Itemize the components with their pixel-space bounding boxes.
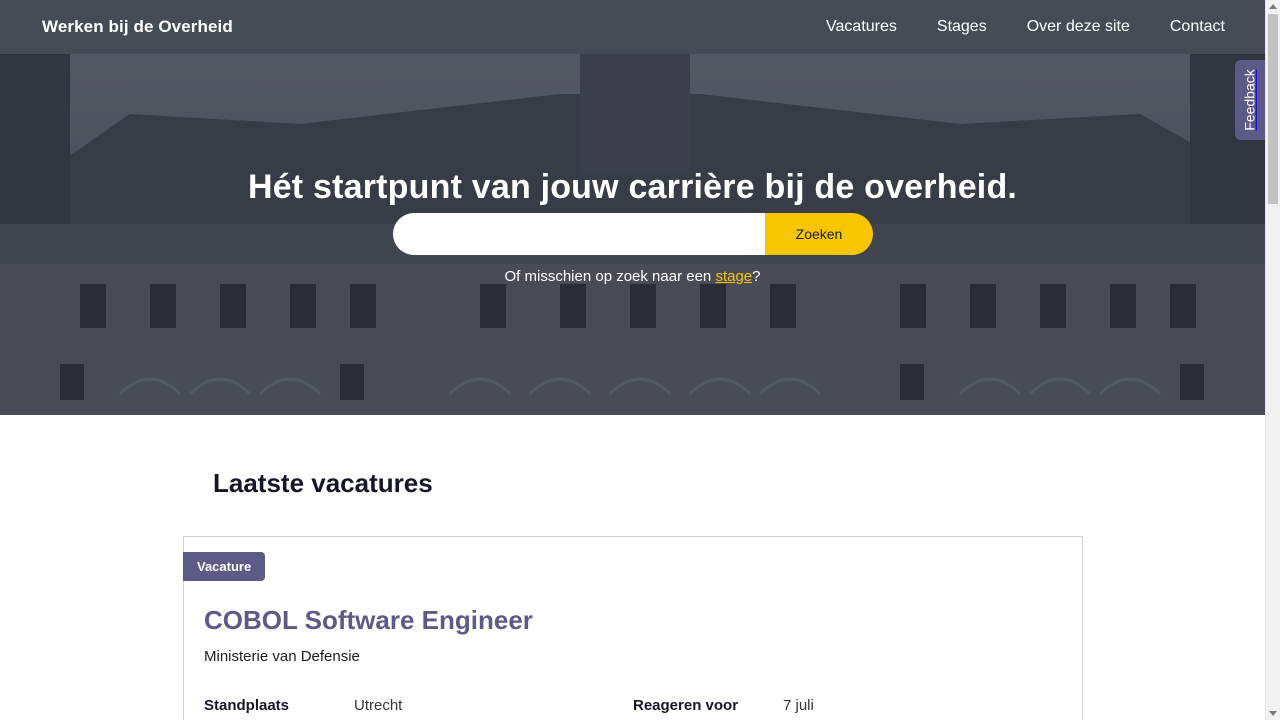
nav-item-contact[interactable]: Contact (1170, 18, 1225, 36)
hero-heading: Hét startpunt van jouw carrière bij de o… (247, 168, 1018, 206)
location-value: Utrecht (354, 697, 403, 714)
section-title: Laatste vacatures (213, 468, 433, 498)
job-title-link[interactable]: COBOL Software Engineer (204, 605, 533, 636)
nav-item-over-deze-site[interactable]: Over deze site (1027, 18, 1130, 36)
job-card: Vacature COBOL Software Engineer Ministe… (183, 536, 1083, 720)
internship-prompt-suffix: ? (752, 268, 761, 285)
location-label: Standplaats (204, 697, 290, 714)
hero-banner: Hét startpunt van jouw carrière bij de o… (0, 54, 1265, 415)
deadline-value: 7 juli (783, 697, 814, 714)
top-navigation: Werken bij de Overheid Vacatures Stages … (0, 0, 1265, 54)
nav-item-vacatures[interactable]: Vacatures (826, 18, 897, 36)
job-type-badge: Vacature (183, 552, 266, 581)
main-menu: Vacatures Stages Over deze site Contact (826, 18, 1225, 36)
scrollbar-thumb[interactable] (1268, 14, 1278, 204)
search-form: Zoeken (393, 213, 873, 255)
job-organisation: Ministerie van Defensie (204, 648, 360, 665)
search-input[interactable] (393, 213, 765, 255)
job-location-row: Standplaats Utrecht (204, 697, 604, 714)
page-scrollbar[interactable] (1265, 0, 1280, 720)
scroll-up-icon[interactable] (1269, 4, 1277, 9)
nav-item-stages[interactable]: Stages (937, 18, 987, 36)
feedback-label: Feedback (1242, 69, 1259, 131)
search-button[interactable]: Zoeken (765, 213, 873, 255)
site-logo-link[interactable]: Werken bij de Overheid (42, 17, 233, 37)
deadline-label: Reageren voor (633, 697, 739, 714)
internship-prompt: Of misschien op zoek naar een stage? (0, 268, 1265, 285)
scroll-down-icon[interactable] (1269, 711, 1277, 716)
page: Werken bij de Overheid Vacatures Stages … (0, 0, 1265, 720)
internship-link[interactable]: stage (715, 268, 752, 285)
internship-prompt-text: Of misschien op zoek naar een (504, 268, 716, 285)
feedback-tab[interactable]: Feedback (1235, 60, 1265, 140)
job-deadline-row: Reageren voor 7 juli (633, 697, 1033, 714)
